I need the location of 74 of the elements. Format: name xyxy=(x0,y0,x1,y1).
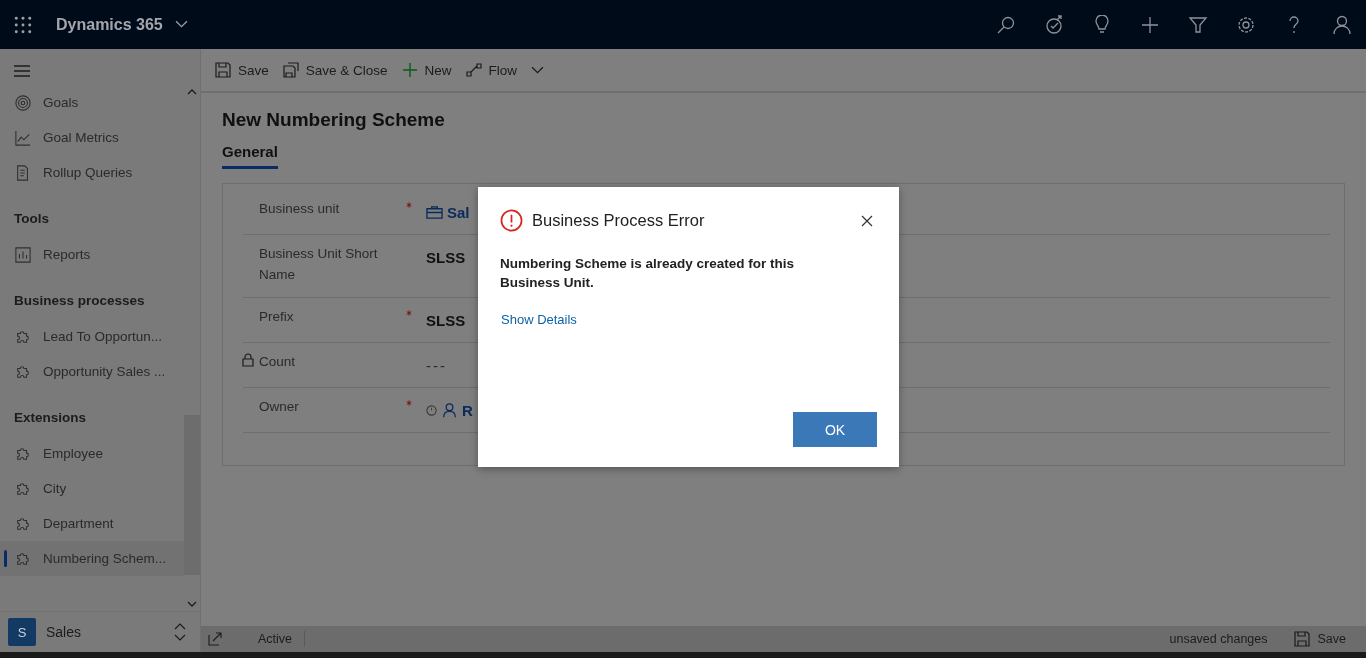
lightbulb-icon[interactable] xyxy=(1092,14,1112,35)
puzzle-icon xyxy=(15,363,31,380)
field-value[interactable]: SLSS xyxy=(426,312,466,329)
field-value[interactable]: --- xyxy=(426,357,447,374)
settings-icon[interactable] xyxy=(1236,14,1256,35)
close-icon[interactable] xyxy=(861,214,873,227)
nav-item[interactable]: Numbering Schem... xyxy=(0,541,184,576)
briefcase-icon xyxy=(426,205,443,220)
save-button[interactable]: Save xyxy=(1287,630,1352,648)
command-button[interactable]: Save xyxy=(213,58,281,82)
add-icon xyxy=(401,62,418,78)
menu-icon[interactable] xyxy=(14,65,30,77)
field-value[interactable]: SLSS xyxy=(426,249,466,266)
field-label: Business Unit Short Name xyxy=(259,245,379,284)
form-tab[interactable]: General xyxy=(222,143,278,169)
error-message: Numbering Scheme is already created for this Business Unit. xyxy=(500,255,796,292)
nav-item[interactable]: Employee xyxy=(0,436,184,471)
chevron-down-icon[interactable] xyxy=(531,65,545,75)
clock-icon xyxy=(426,405,437,416)
app-launcher-icon[interactable] xyxy=(14,15,32,34)
nav-item[interactable]: Goals xyxy=(0,85,184,120)
nav-group-heading: Extensions xyxy=(13,409,88,427)
dialog-title: Business Process Error xyxy=(532,211,705,230)
target-icon xyxy=(15,94,31,111)
puzzle-icon xyxy=(15,445,31,462)
puzzle-icon xyxy=(15,328,31,345)
user-icon[interactable] xyxy=(1332,14,1352,35)
target-check-icon[interactable] xyxy=(1044,14,1064,35)
lookup-link[interactable]: Sal xyxy=(447,204,470,221)
up-down-chevron-icon[interactable] xyxy=(174,623,186,641)
show-details-link[interactable]: Show Details xyxy=(501,312,577,327)
nav-item[interactable]: Department xyxy=(0,506,184,541)
nav-group-heading: Tools xyxy=(13,210,50,228)
area-switcher[interactable]: Sales xyxy=(46,624,164,640)
nav-item[interactable]: Goal Metrics xyxy=(0,120,184,155)
command-button[interactable]: Save & Close xyxy=(280,58,400,82)
command-button[interactable]: New xyxy=(399,58,464,82)
ok-button[interactable]: OK xyxy=(793,412,877,447)
nav-item[interactable]: City xyxy=(0,471,184,506)
puzzle-icon xyxy=(15,480,31,497)
nav-item[interactable]: Rollup Queries xyxy=(0,155,184,190)
save-icon xyxy=(215,62,231,78)
flow-icon xyxy=(465,62,482,78)
area-avatar: S xyxy=(8,618,36,646)
document-icon xyxy=(15,164,31,181)
field-label: Count xyxy=(259,353,296,371)
search-icon[interactable] xyxy=(996,14,1016,35)
nav-item[interactable]: Opportunity Sales ... xyxy=(0,354,184,389)
scroll-up-icon[interactable] xyxy=(187,89,197,95)
expand-icon[interactable] xyxy=(208,632,222,646)
error-icon xyxy=(500,209,523,232)
command-button[interactable]: Flow xyxy=(463,58,530,82)
nav-group-heading: Business processes xyxy=(13,292,146,310)
filter-icon[interactable] xyxy=(1188,14,1208,35)
lookup-link[interactable]: R xyxy=(462,402,473,419)
scroll-down-icon[interactable] xyxy=(187,601,197,607)
form-title: New Numbering Scheme xyxy=(222,109,446,131)
field-label: Owner xyxy=(259,398,299,416)
unsaved-changes-text: unsaved changes xyxy=(1169,632,1268,646)
puzzle-icon xyxy=(15,515,31,532)
add-icon[interactable] xyxy=(1140,14,1160,35)
nav-item[interactable]: Lead To Opportun... xyxy=(0,319,184,354)
app-name[interactable]: Dynamics 365 xyxy=(56,15,163,34)
report-icon xyxy=(15,246,31,263)
save-close-icon xyxy=(282,62,299,78)
field-label: Business unit xyxy=(259,200,340,218)
save-icon xyxy=(1293,631,1310,647)
chevron-down-icon[interactable] xyxy=(174,20,188,29)
nav-item[interactable]: Reports xyxy=(0,237,184,272)
field-label: Prefix xyxy=(259,308,294,326)
record-status: Active xyxy=(258,632,293,646)
user-icon xyxy=(441,403,458,418)
puzzle-icon xyxy=(15,550,31,567)
line-chart-icon xyxy=(15,129,31,146)
